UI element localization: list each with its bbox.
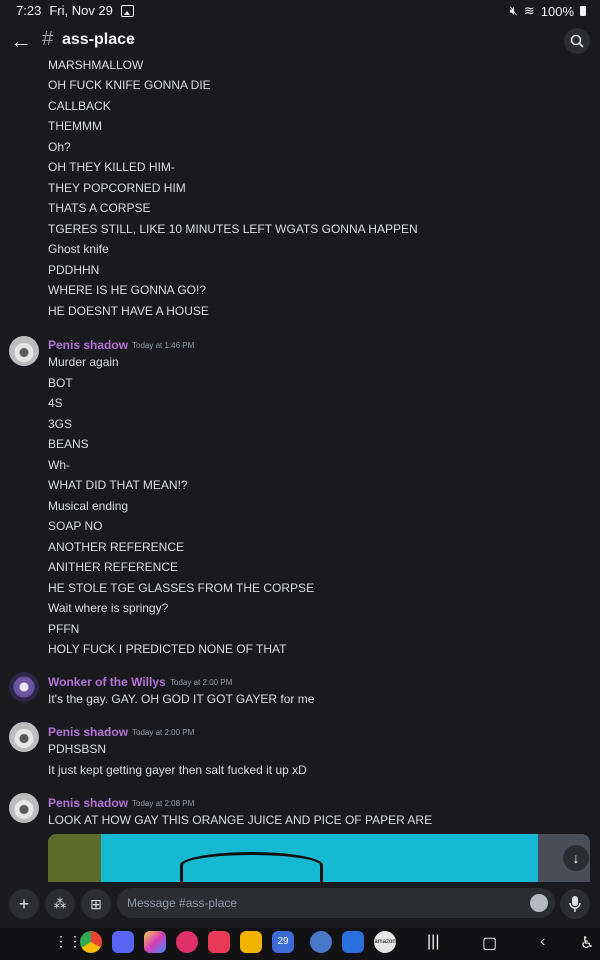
home-button[interactable]: ▢: [482, 933, 497, 953]
message-line: Wh-: [48, 458, 70, 472]
amazon-business-icon[interactable]: amazon: [374, 931, 396, 953]
message-line: LOOK AT HOW GAY THIS ORANGE JUICE AND PI…: [48, 813, 433, 827]
message-line: It's the gay. GAY. OH GOD IT GOT GAYER f…: [48, 692, 315, 706]
message-feed[interactable]: MARSHMALLOW OH FUCK KNIFE GONNA DIE CALL…: [0, 58, 600, 882]
message-line: PDHSBSN: [48, 742, 107, 756]
image-attachment[interactable]: [48, 834, 590, 882]
message-line: THEY POPCORNED HIM: [48, 181, 186, 195]
message-line: It just kept getting gayer then salt fuc…: [48, 763, 307, 777]
app-drawer-icon[interactable]: ⋮⋮: [54, 933, 82, 950]
message-timestamp: Today at 2:00 PM: [132, 728, 195, 737]
gift-button[interactable]: ⊞: [81, 889, 111, 919]
message-line: Ghost knife: [48, 242, 109, 256]
avatar[interactable]: [9, 793, 39, 823]
channel-header: ← # ass-place ›: [0, 22, 600, 60]
settings-icon[interactable]: [310, 931, 332, 953]
emoji-icon[interactable]: [530, 894, 548, 912]
add-attachment-button[interactable]: +: [9, 889, 39, 919]
author-name[interactable]: Penis shadow: [48, 338, 128, 352]
message-line: ANITHER REFERENCE: [48, 560, 179, 574]
message-line: BOT: [48, 376, 73, 390]
status-time: 7:23: [16, 3, 42, 18]
message-input-placeholder: Message #ass-place: [127, 896, 238, 910]
search-button[interactable]: [564, 28, 590, 54]
message-line: PFFN: [48, 622, 80, 636]
message-composer: + ⁂ ⊞ Message #ass-place: [0, 882, 600, 928]
message-line: OH THEY KILLED HIM-: [48, 160, 175, 174]
message-timestamp: Today at 1:46 PM: [132, 341, 195, 350]
message-line: HE DOESNT HAVE A HOUSE: [48, 304, 209, 318]
my-files-icon[interactable]: [240, 931, 262, 953]
message-timestamp: Today at 2:08 PM: [132, 799, 195, 808]
message-line: ANOTHER REFERENCE: [48, 540, 185, 554]
cup-illustration: [180, 852, 323, 882]
chevron-right-icon[interactable]: ›: [129, 31, 134, 47]
channel-name[interactable]: ass-place: [62, 31, 135, 49]
author-name[interactable]: Penis shadow: [48, 796, 128, 810]
voice-message-button[interactable]: [560, 889, 590, 919]
message-line: Musical ending: [48, 499, 129, 513]
wifi-icon: ≋: [523, 3, 535, 18]
flower-app-icon[interactable]: [176, 931, 198, 953]
avatar[interactable]: [9, 336, 39, 366]
gift-icon: ⊞: [90, 895, 102, 912]
message-line: MARSHMALLOW: [48, 58, 144, 72]
mute-icon: 🔇︎: [509, 3, 518, 18]
message-line: HOLY FUCK I PREDICTED NONE OF THAT: [48, 642, 287, 656]
avatar[interactable]: [9, 722, 39, 752]
message-line: Wait where is springy?: [48, 601, 169, 615]
message-line: CALLBACK: [48, 99, 111, 113]
battery-icon: [580, 6, 586, 16]
search-icon: [570, 34, 584, 48]
battery-percent: 100%: [540, 3, 574, 19]
message-timestamp: Today at 2:00 PM: [170, 678, 233, 687]
message-line: THEMMM: [48, 119, 102, 133]
apps-icon: ⁂: [53, 896, 67, 911]
message-line: Oh?: [48, 140, 71, 154]
author-name[interactable]: Wonker of the Willys: [48, 675, 166, 689]
message-line: 3GS: [48, 417, 73, 431]
accessibility-icon[interactable]: ♿︎: [580, 933, 594, 953]
chrome-icon[interactable]: [80, 931, 102, 953]
message-line: TGERES STILL, LIKE 10 MINUTES LEFT WGATS…: [48, 222, 418, 236]
avatar[interactable]: [9, 672, 39, 702]
arrow-down-icon: ↓: [572, 850, 580, 866]
message-line: PDDHHN: [48, 263, 100, 277]
author-name[interactable]: Penis shadow: [48, 725, 128, 739]
discord-icon[interactable]: [112, 931, 134, 953]
message-line: SOAP NO: [48, 519, 103, 533]
recents-button[interactable]: |||: [427, 933, 439, 951]
message-line: OH FUCK KNIFE GONNA DIE: [48, 78, 211, 92]
message-line: 4S: [48, 396, 63, 410]
ibispaint-icon[interactable]: [342, 931, 364, 953]
message-line: HE STOLE TGE GLASSES FROM THE CORPSE: [48, 581, 315, 595]
status-bar: 7:23 Fri, Nov 29 🔇︎ ≋ 100%: [0, 0, 600, 22]
message-line: THATS A CORPSE: [48, 201, 151, 215]
message-line: BEANS: [48, 437, 89, 451]
message-line: Murder again: [48, 355, 119, 369]
message-line: WHERE IS HE GONNA GO!?: [48, 283, 207, 297]
calendar-icon[interactable]: 29: [272, 931, 294, 953]
microphone-icon: [569, 896, 581, 912]
hash-icon: #: [42, 28, 54, 50]
plus-icon: +: [18, 893, 30, 914]
gallery-app-icon[interactable]: [144, 931, 166, 953]
system-navbar: ⋮⋮ 29 amazon ||| ▢ ‹ ♿︎: [0, 928, 600, 960]
back-button[interactable]: ‹: [540, 933, 545, 951]
back-arrow-icon[interactable]: ←: [10, 28, 32, 54]
message-input[interactable]: Message #ass-place: [117, 888, 555, 918]
message-line: WHAT DID THAT MEAN!?: [48, 478, 188, 492]
camera-icon[interactable]: [208, 931, 230, 953]
gallery-notification-icon: [120, 4, 134, 17]
jump-to-bottom-button[interactable]: ↓: [563, 845, 589, 871]
apps-button[interactable]: ⁂: [45, 889, 75, 919]
status-date: Fri, Nov 29: [49, 3, 113, 18]
